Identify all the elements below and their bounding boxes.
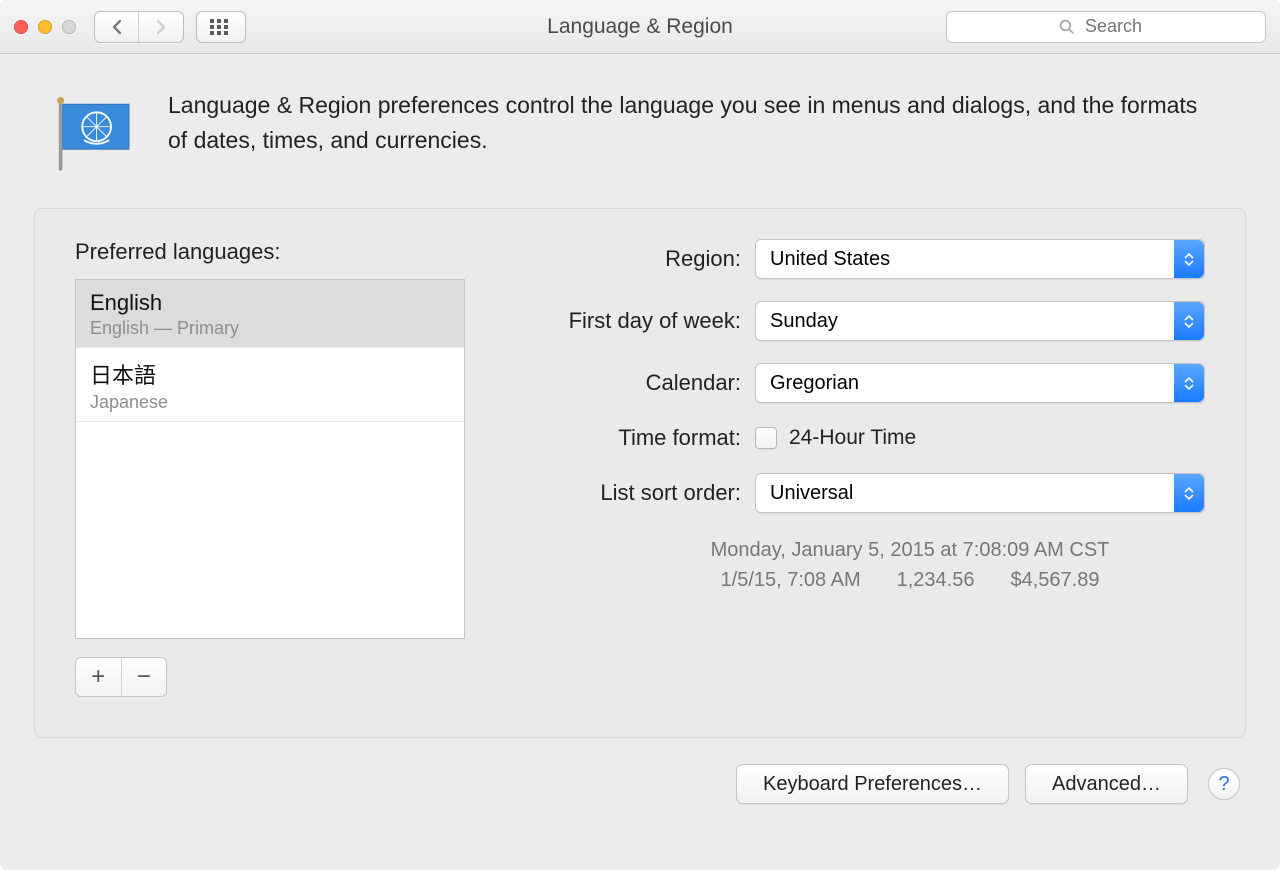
chevron-right-icon [154,19,168,35]
calendar-value: Gregorian [770,372,859,395]
help-icon: ? [1218,773,1229,796]
main-panel: Preferred languages: English English — P… [34,208,1246,738]
search-input[interactable] [1083,15,1153,38]
list-item[interactable]: 日本語 Japanese [76,348,464,422]
example-long-date: Monday, January 5, 2015 at 7:08:09 AM CS… [615,535,1205,565]
first-day-value: Sunday [770,310,838,333]
first-day-label: First day of week: [505,308,755,334]
time-format-label: Time format: [505,425,755,451]
example-short-date: 1/5/15, 7:08 AM [721,565,861,595]
list-item[interactable]: English English — Primary [76,280,464,348]
nav-back-forward [94,11,184,43]
list-sort-label: List sort order: [505,480,755,506]
footer: Keyboard Preferences… Advanced… ? [0,738,1280,804]
region-label: Region: [505,246,755,272]
list-sort-popup[interactable]: Universal [755,473,1205,513]
preferred-languages-section: Preferred languages: English English — P… [75,239,465,697]
search-icon [1059,19,1075,35]
plus-icon: + [91,663,105,691]
language-native-name: 日本語 [90,358,450,390]
keyboard-preferences-button[interactable]: Keyboard Preferences… [736,764,1009,804]
language-subtitle: Japanese [90,392,450,413]
add-remove-segmented: + − [75,657,167,697]
format-example: Monday, January 5, 2015 at 7:08:09 AM CS… [615,535,1205,595]
zoom-window-button[interactable] [62,20,76,34]
popup-stepper-icon [1174,474,1204,512]
preferences-window: Language & Region [0,0,1280,870]
header-section: Language & Region preferences control th… [0,54,1280,188]
24-hour-time-label: 24-Hour Time [789,426,916,450]
minus-icon: − [137,663,151,691]
forward-button[interactable] [139,12,183,42]
search-field[interactable] [946,11,1266,43]
example-number: 1,234.56 [897,565,975,595]
minimize-window-button[interactable] [38,20,52,34]
preferred-languages-label: Preferred languages: [75,239,465,265]
list-sort-value: Universal [770,482,853,505]
traffic-lights [14,20,76,34]
popup-stepper-icon [1174,302,1204,340]
language-native-name: English [90,290,450,316]
24-hour-time-checkbox[interactable] [755,427,777,449]
language-list[interactable]: English English — Primary 日本語 Japanese [75,279,465,639]
calendar-popup[interactable]: Gregorian [755,363,1205,403]
add-language-button[interactable]: + [76,658,122,696]
show-all-button[interactable] [196,11,246,43]
region-popup[interactable]: United States [755,239,1205,279]
calendar-label: Calendar: [505,370,755,396]
example-currency: $4,567.89 [1010,565,1099,595]
popup-stepper-icon [1174,364,1204,402]
back-button[interactable] [95,12,139,42]
chevron-left-icon [110,19,124,35]
region-value: United States [770,248,890,271]
close-window-button[interactable] [14,20,28,34]
grid-icon [210,19,232,35]
first-day-popup[interactable]: Sunday [755,301,1205,341]
advanced-button[interactable]: Advanced… [1025,764,1188,804]
region-settings-section: Region: United States First day of week:… [505,239,1205,697]
titlebar: Language & Region [0,0,1280,54]
description-text: Language & Region preferences control th… [168,88,1218,157]
language-subtitle: English — Primary [90,318,450,339]
remove-language-button[interactable]: − [122,658,167,696]
help-button[interactable]: ? [1208,768,1240,800]
popup-stepper-icon [1174,240,1204,278]
un-flag-icon [48,88,138,178]
